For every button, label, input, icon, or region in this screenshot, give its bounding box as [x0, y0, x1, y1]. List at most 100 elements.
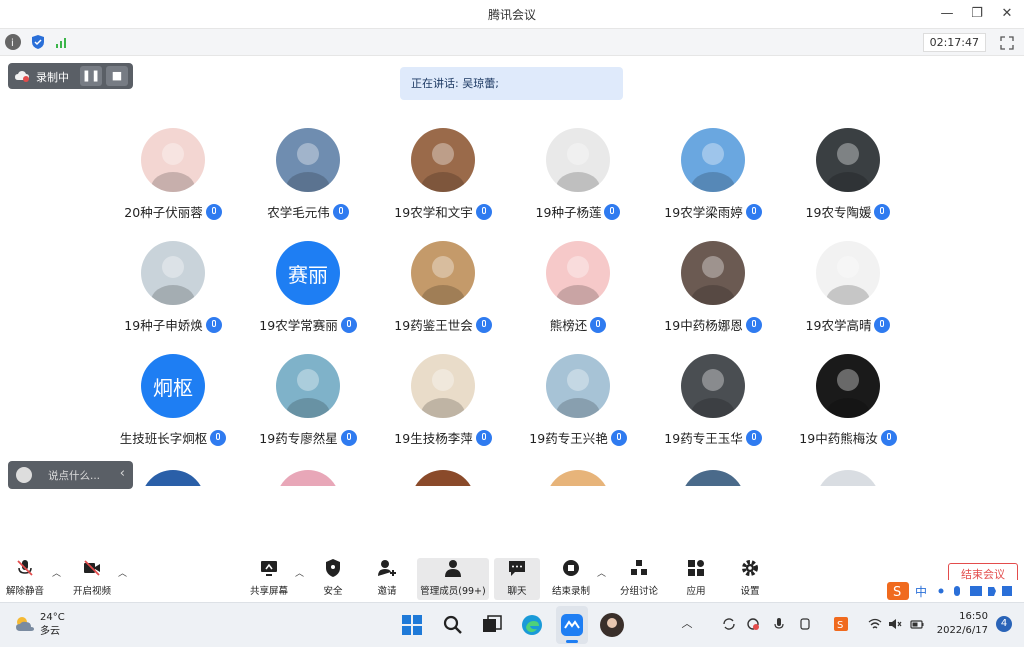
task-view-icon[interactable]	[480, 613, 504, 637]
unmute-label: 解除静音	[5, 586, 44, 597]
invite-button[interactable]: 邀请	[372, 558, 402, 600]
share-screen-button[interactable]: 共享屏幕	[247, 558, 291, 600]
window-title: 腾讯会议	[487, 8, 536, 22]
participant-tile[interactable]: 19药鉴王世会	[373, 241, 513, 341]
participant-name-line: 19农学和文宇	[373, 202, 513, 221]
chat-bubble-icon	[509, 561, 525, 576]
signal-icon[interactable]	[54, 34, 70, 50]
stop-recording-button[interactable]: ■	[106, 66, 128, 86]
participant-tile[interactable]: 19药专王兴艳	[508, 354, 648, 454]
participant-tile[interactable]: 20种子伏丽蓉	[103, 128, 243, 228]
record-stop-icon	[563, 560, 579, 576]
participant-tile[interactable]: 19农学高晴	[778, 241, 918, 341]
user-avatar-app-icon[interactable]	[600, 613, 624, 637]
participant-avatar	[816, 354, 880, 418]
ime-toolbar: S 中	[884, 580, 1024, 602]
participant-tile[interactable]: 19生技杨李萍	[373, 354, 513, 454]
breakout-icon	[631, 560, 647, 575]
ime-language[interactable]: 中	[915, 583, 927, 600]
participant-tile[interactable]: 赛丽 19农学常赛丽	[238, 241, 378, 341]
video-options-caret[interactable]: ︿	[118, 566, 127, 579]
restore-button[interactable]: ❐	[962, 4, 992, 24]
participant-name-line: 19药专廖然星	[238, 428, 378, 447]
participant-name: 19中药杨娜恩	[664, 318, 743, 333]
weather-widget[interactable]: 24°C 多云	[40, 611, 65, 639]
stop-recording-toolbar-button[interactable]: 结束录制	[550, 558, 592, 600]
mic-options-caret[interactable]: ︿	[52, 566, 61, 579]
remote-tray-icon[interactable]	[798, 617, 812, 631]
unmute-button[interactable]: 解除静音	[4, 558, 46, 600]
participant-name-line: 19药专王兴艳	[508, 428, 648, 447]
tencent-meeting-icon	[561, 614, 583, 636]
ime-tool-icons[interactable]	[936, 583, 1016, 599]
participant-tile[interactable]: 熊榜还	[508, 241, 648, 341]
participant-name-line: 熊榜还	[508, 315, 648, 334]
battery-icon[interactable]	[910, 617, 924, 631]
speaker-muted-icon[interactable]	[888, 617, 902, 631]
show-hidden-icons-caret[interactable]: ︿	[680, 617, 694, 631]
info-icon[interactable]: i	[5, 34, 21, 50]
emoji-icon[interactable]	[16, 467, 32, 483]
collapse-chat-icon[interactable]: ‹	[120, 466, 125, 481]
participant-tile[interactable]: 19中药杨娜恩	[643, 241, 783, 341]
participant-tile[interactable]: 炯枢 生技班长字炯枢	[103, 354, 243, 454]
participant-name-line: 19药专王玉华	[643, 428, 783, 447]
chat-button[interactable]: 聊天	[494, 558, 540, 600]
participant-tile[interactable]: 19农学和文宇	[373, 128, 513, 228]
apps-button[interactable]: 应用	[681, 558, 711, 600]
participant-name-line: 19中药熊梅汝	[778, 428, 918, 447]
close-button[interactable]: ✕	[992, 4, 1022, 24]
recording-label: 录制中	[36, 71, 69, 84]
notification-badge[interactable]: 4	[996, 616, 1012, 632]
camera-tray-icon[interactable]	[746, 617, 760, 631]
wifi-icon[interactable]	[868, 617, 882, 631]
participant-avatar-partial	[276, 470, 340, 486]
share-screen-icon	[261, 561, 277, 576]
breakout-rooms-button[interactable]: 分组讨论	[618, 558, 660, 600]
mic-status-icon	[475, 204, 492, 220]
shield-icon[interactable]	[30, 34, 46, 50]
speaking-banner: 正在讲话: 吴琼蕾;	[400, 67, 623, 100]
sogou-ime-icon[interactable]: S	[887, 582, 909, 600]
participant-tile[interactable]: 19农专陶媛	[778, 128, 918, 228]
edge-browser-icon[interactable]	[520, 613, 544, 637]
participant-name: 19种子申娇焕	[124, 318, 203, 333]
pause-recording-button[interactable]: ❚❚	[80, 66, 102, 86]
participant-avatar: 炯枢	[141, 354, 205, 418]
os-taskbar: 24°C 多云 ︿ S 16:50 2022/6/17 4	[0, 602, 1024, 647]
participant-avatar	[411, 241, 475, 305]
participant-tile[interactable]: 19农学梁雨婷	[643, 128, 783, 228]
search-icon[interactable]	[441, 613, 465, 637]
participant-tile[interactable]: 19种子杨莲	[508, 128, 648, 228]
participant-tile[interactable]: 19中药熊梅汝	[778, 354, 918, 454]
mic-status-icon	[590, 317, 607, 333]
windows-start-icon[interactable]	[400, 613, 424, 637]
participant-tile[interactable]: 19种子申娇焕	[103, 241, 243, 341]
sogou-tray-icon[interactable]: S	[834, 617, 848, 631]
settings-button[interactable]: 设置	[735, 558, 765, 600]
tencent-meeting-taskbar-item[interactable]	[556, 606, 588, 644]
participant-name-line: 19种子杨莲	[508, 202, 648, 221]
participant-tile[interactable]: 19药专廖然星	[238, 354, 378, 454]
participant-tile[interactable]: 19药专王玉华	[643, 354, 783, 454]
chat-input-bar[interactable]: 说点什么... ‹	[8, 461, 133, 489]
mic-tray-icon[interactable]	[772, 617, 786, 631]
minimize-button[interactable]: —	[932, 4, 962, 24]
manage-members-button[interactable]: 管理成员(99+)	[417, 558, 489, 600]
meeting-toolbar: 解除静音 ︿ 开启视频 ︿ 共享屏幕 ︿ 安全 邀请 管理成员(99+) 聊天 …	[0, 548, 1024, 600]
security-button[interactable]: 安全	[318, 558, 348, 600]
mic-status-icon	[332, 204, 349, 220]
weather-cloud-icon[interactable]	[14, 615, 36, 633]
gear-icon	[742, 560, 758, 576]
participant-name: 19药专王兴艳	[529, 431, 608, 446]
fullscreen-icon[interactable]	[1000, 35, 1014, 50]
record-options-caret[interactable]: ︿	[597, 566, 606, 579]
participant-tile[interactable]: 农学毛元伟	[238, 128, 378, 228]
sync-icon[interactable]	[722, 617, 736, 631]
mic-status-icon	[340, 430, 357, 446]
start-video-button[interactable]: 开启视频	[70, 558, 114, 600]
participant-name-line: 19中药杨娜恩	[643, 315, 783, 334]
system-clock[interactable]: 16:50 2022/6/17	[937, 610, 988, 638]
apps-grid-icon	[688, 560, 704, 576]
share-options-caret[interactable]: ︿	[295, 566, 304, 579]
